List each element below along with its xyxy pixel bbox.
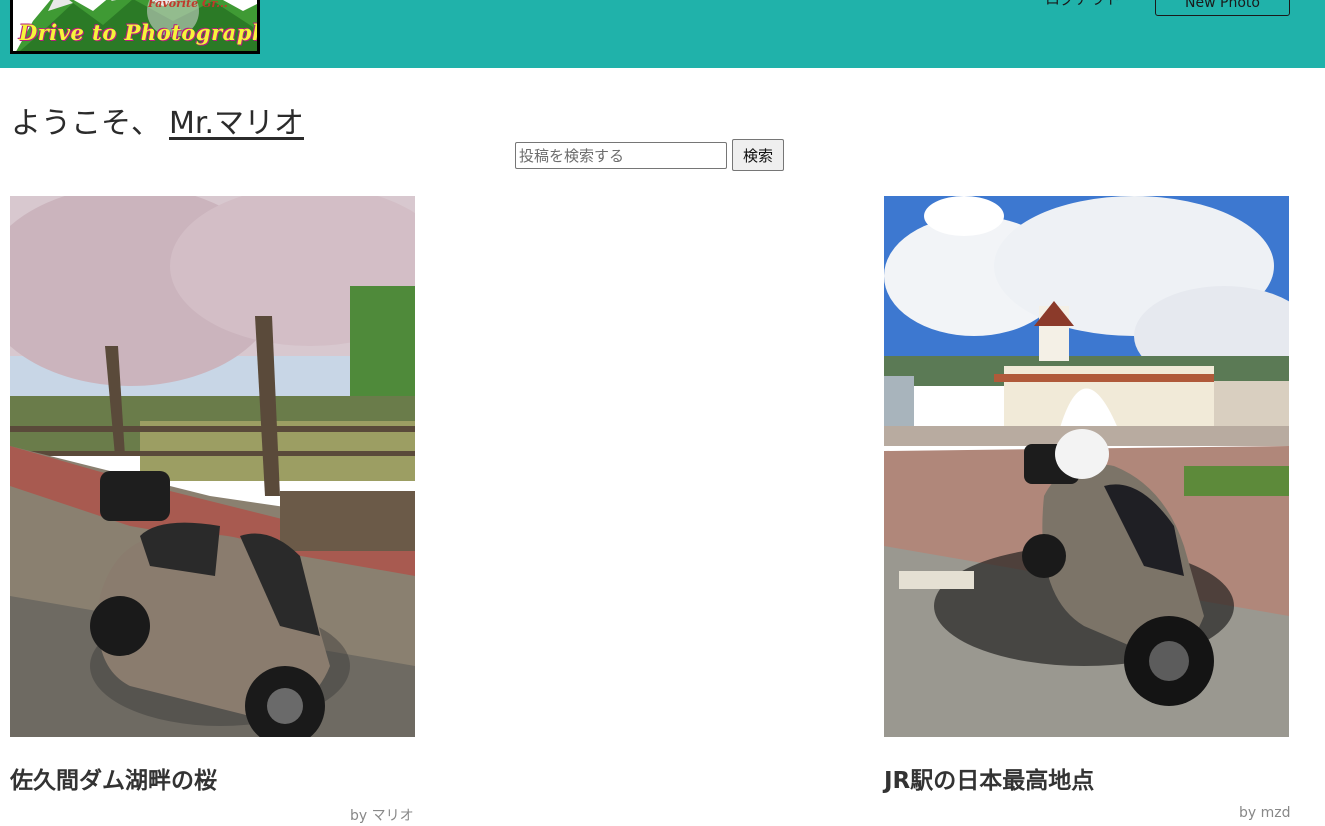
post-photo[interactable]: [884, 196, 1289, 737]
user-profile-link[interactable]: Mr.マリオ: [169, 106, 304, 141]
new-photo-button[interactable]: New Photo: [1155, 0, 1290, 16]
station-scooter-photo: [884, 196, 1289, 737]
post-title[interactable]: 佐久間ダム湖畔の桜: [10, 761, 217, 795]
post-author: by mzd: [1239, 805, 1291, 821]
cherry-blossom-scooter-photo: [10, 196, 415, 737]
post-card[interactable]: JR駅の日本最高地点 by mzd: [884, 196, 1304, 826]
site-logo[interactable]: Favorite Gr... Drive to Photograph: [10, 0, 260, 54]
post-card[interactable]: 佐久間ダム湖畔の桜 by マリオ: [10, 196, 430, 826]
search-button[interactable]: 検索: [732, 139, 784, 171]
search-input[interactable]: [515, 142, 727, 169]
top-header: Favorite Gr... Drive to Photograph ログアウト…: [0, 0, 1325, 68]
welcome-heading: ようこそ、 Mr.マリオ: [11, 98, 304, 142]
post-photo[interactable]: [10, 196, 415, 737]
welcome-greeting: ようこそ、: [11, 106, 161, 141]
logout-link[interactable]: ログアウト: [1045, 0, 1120, 9]
post-title[interactable]: JR駅の日本最高地点: [884, 761, 1094, 795]
post-author: by マリオ: [350, 808, 414, 824]
logo-title: Drive to Photograph: [19, 20, 260, 45]
logo-subtitle: Favorite Gr...: [148, 0, 228, 10]
